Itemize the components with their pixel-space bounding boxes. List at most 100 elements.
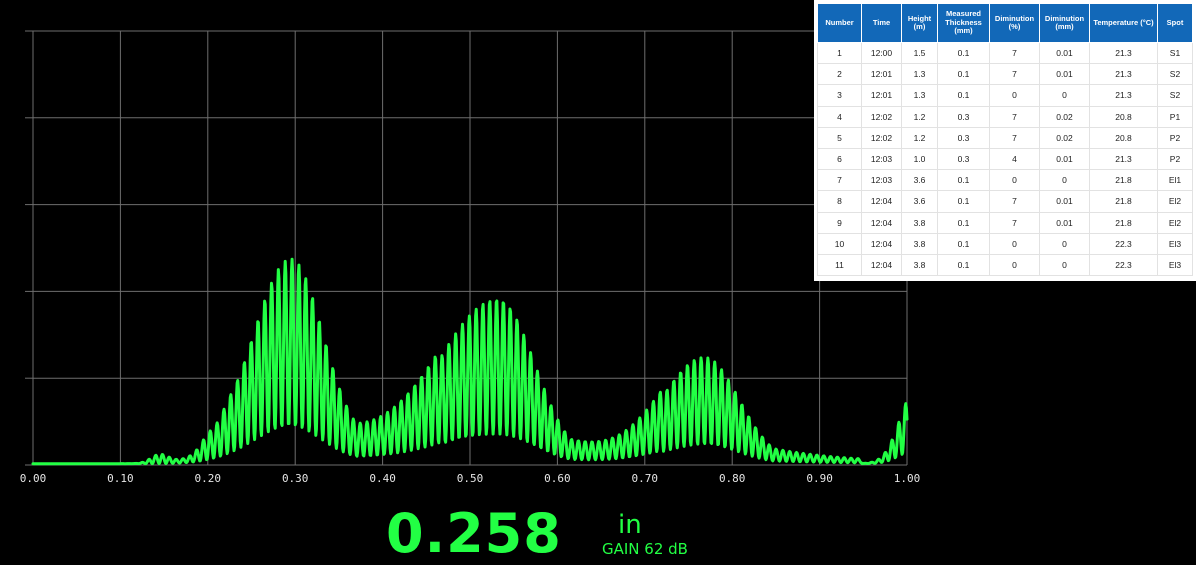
table-cell: 0 <box>1039 253 1090 277</box>
x-tick-label: 0.60 <box>544 472 571 485</box>
table-cell: 12:03 <box>861 147 902 171</box>
table-cell: 4 <box>817 105 862 128</box>
table-cell: 0.01 <box>1039 63 1090 86</box>
table-cell: P1 <box>1157 105 1193 128</box>
table-cell: 0 <box>989 169 1040 192</box>
table-cell: 8 <box>817 190 862 213</box>
table-cell: 3 <box>817 84 862 107</box>
table-cell: 7 <box>989 63 1040 86</box>
table-cell: 12:00 <box>861 41 902 65</box>
table-cell: 0.3 <box>937 147 990 171</box>
x-tick-label: 0.40 <box>369 472 396 485</box>
table-row[interactable]: 7 12:03 3.6 0.1 0 0 21.8 El1 <box>817 169 1193 192</box>
table-cell: 0.1 <box>937 169 990 192</box>
table-cell: 0 <box>1039 232 1090 255</box>
table-cell: 5 <box>817 126 862 149</box>
table-cell: 7 <box>989 190 1040 213</box>
table-cell: 7 <box>989 211 1040 234</box>
table-cell: 3.8 <box>901 253 938 277</box>
x-tick-label: 0.10 <box>107 472 134 485</box>
table-row[interactable]: 2 12:01 1.3 0.1 7 0.01 21.3 S2 <box>817 63 1193 86</box>
table-row[interactable]: 11 12:04 3.8 0.1 0 0 22.3 El3 <box>817 253 1193 277</box>
table-cell: 3.6 <box>901 190 938 213</box>
table-cell: 0.1 <box>937 84 990 107</box>
table-cell: 0.1 <box>937 41 990 65</box>
table-cell: 12:03 <box>861 169 902 192</box>
column-header: Temperature (°C) <box>1089 3 1158 43</box>
table-cell: 21.3 <box>1089 84 1158 107</box>
table-cell: 0.3 <box>937 105 990 128</box>
table-cell: 1.5 <box>901 41 938 65</box>
x-tick-label: 0.00 <box>20 472 47 485</box>
table-cell: 21.3 <box>1089 63 1158 86</box>
table-cell: 12:01 <box>861 84 902 107</box>
table-cell: 6 <box>817 147 862 171</box>
table-header-row: Number Time Height (m) Measured Thickness (… <box>817 3 1193 43</box>
column-header: Number <box>817 3 862 43</box>
x-axis-ticks: 0.00 0.10 0.20 0.30 0.40 0.50 0.60 0.70 0.80 0.90… <box>20 472 921 485</box>
table-cell: 10 <box>817 232 862 255</box>
table-cell: 2 <box>817 63 862 86</box>
table-cell: 1 <box>817 41 862 65</box>
table-cell: 0.02 <box>1039 126 1090 149</box>
column-header: Time <box>861 3 902 43</box>
table-cell: El2 <box>1157 211 1193 234</box>
table-cell: 0.1 <box>937 190 990 213</box>
table-cell: 12:04 <box>861 211 902 234</box>
table-cell: 3.6 <box>901 169 938 192</box>
column-header: Diminution (%) <box>989 3 1040 43</box>
table-cell: 21.8 <box>1089 211 1158 234</box>
table-row[interactable]: 6 12:03 1.0 0.3 4 0.01 21.3 P2 <box>817 147 1193 171</box>
table-row[interactable]: 5 12:02 1.2 0.3 7 0.02 20.8 P2 <box>817 126 1193 149</box>
table-cell: 21.3 <box>1089 147 1158 171</box>
table-cell: 7 <box>989 105 1040 128</box>
table-cell: 12:04 <box>861 232 902 255</box>
table-row[interactable]: 8 12:04 3.6 0.1 7 0.01 21.8 El2 <box>817 190 1193 213</box>
table-cell: 0.01 <box>1039 41 1090 65</box>
table-cell: 0 <box>989 84 1040 107</box>
table-cell: 0.1 <box>937 232 990 255</box>
table-cell: P2 <box>1157 126 1193 149</box>
table-row[interactable]: 3 12:01 1.3 0.1 0 0 21.3 S2 <box>817 84 1193 107</box>
table-cell: 21.8 <box>1089 190 1158 213</box>
table-row[interactable]: 4 12:02 1.2 0.3 7 0.02 20.8 P1 <box>817 105 1193 128</box>
table-cell: 21.3 <box>1089 41 1158 65</box>
table-cell: 22.3 <box>1089 253 1158 277</box>
table-cell: 9 <box>817 211 862 234</box>
column-header: Diminution (mm) <box>1039 3 1090 43</box>
table-cell: 0.02 <box>1039 105 1090 128</box>
table-cell: 0 <box>989 232 1040 255</box>
table-cell: 1.2 <box>901 105 938 128</box>
table-cell: 12:04 <box>861 253 902 277</box>
table-cell: 0.3 <box>937 126 990 149</box>
table-row[interactable]: 9 12:04 3.8 0.1 7 0.01 21.8 El2 <box>817 211 1193 234</box>
table-cell: 0.01 <box>1039 211 1090 234</box>
table-cell: 20.8 <box>1089 105 1158 128</box>
table-cell: 4 <box>989 147 1040 171</box>
table-cell: 20.8 <box>1089 126 1158 149</box>
x-tick-label: 1.00 <box>894 472 921 485</box>
table-cell: S1 <box>1157 41 1193 65</box>
table-cell: 0.1 <box>937 63 990 86</box>
x-tick-label: 0.70 <box>632 472 659 485</box>
table-cell: 12:04 <box>861 190 902 213</box>
x-tick-label: 0.30 <box>282 472 309 485</box>
table-row[interactable]: 1 12:00 1.5 0.1 7 0.01 21.3 S1 <box>817 41 1193 65</box>
table-cell: 11 <box>817 253 862 277</box>
x-tick-label: 0.50 <box>457 472 484 485</box>
table-cell: 0.01 <box>1039 147 1090 171</box>
table-cell: El1 <box>1157 169 1193 192</box>
table-cell: 22.3 <box>1089 232 1158 255</box>
column-header: Measured Thickness (mm) <box>937 3 990 43</box>
table-cell: El3 <box>1157 232 1193 255</box>
table-cell: 1.2 <box>901 126 938 149</box>
table-cell: 7 <box>989 126 1040 149</box>
thickness-unit: in <box>618 510 642 540</box>
table-cell: 12:02 <box>861 105 902 128</box>
table-cell: El2 <box>1157 190 1193 213</box>
measurement-log-panel: Number Time Height (m) Measured Thickness (… <box>814 0 1196 281</box>
table-row[interactable]: 10 12:04 3.8 0.1 0 0 22.3 El3 <box>817 232 1193 255</box>
table-cell: P2 <box>1157 147 1193 171</box>
table-cell: 7 <box>989 41 1040 65</box>
column-header: Height (m) <box>901 3 938 43</box>
